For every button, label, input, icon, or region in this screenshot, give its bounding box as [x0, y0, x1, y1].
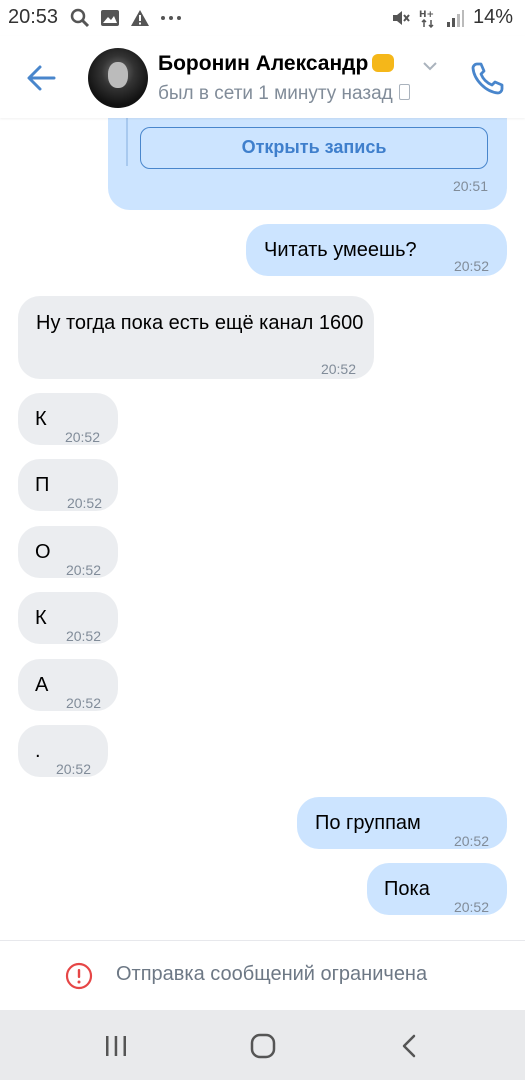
message-text: А	[35, 674, 49, 696]
message-text: По группам	[315, 812, 421, 834]
message-time: 20:52	[64, 429, 100, 445]
message-time: 20:52	[55, 761, 91, 777]
message-text: Ну тогда пока есть ещё канал 1600	[36, 312, 364, 334]
message-time: 20:52	[453, 258, 489, 274]
message-bubble-incoming[interactable]: А 20:52	[18, 659, 118, 711]
open-post-button[interactable]: Открыть запись	[140, 127, 488, 169]
warning-icon	[131, 10, 149, 26]
chat-header: Боронин Александр был в сети 1 минуту на…	[0, 36, 525, 118]
message-bubble-outgoing[interactable]: Пока 20:52	[367, 863, 507, 915]
message-time: 20:52	[65, 695, 101, 711]
more-icon	[161, 16, 181, 20]
contact-name-text: Боронин Александр	[158, 52, 369, 75]
phone-call-icon[interactable]	[468, 58, 508, 98]
home-icon[interactable]	[245, 1028, 281, 1064]
message-time: 20:52	[66, 495, 102, 511]
back-arrow-icon[interactable]	[22, 58, 62, 98]
message-text: П	[35, 474, 50, 496]
message-bubble-incoming[interactable]: Ну тогда пока есть ещё канал 1600 20:52	[18, 296, 374, 379]
fist-emoji-icon	[372, 54, 395, 72]
svg-text:H+: H+	[419, 10, 434, 20]
contact-name[interactable]: Боронин Александр	[158, 52, 395, 76]
search-icon	[70, 8, 90, 28]
message-time: 20:52	[320, 361, 356, 377]
repost-quote-line	[126, 118, 128, 166]
message-bubble-outgoing[interactable]: Читать умеешь? 20:52	[246, 224, 507, 276]
message-text: О	[35, 541, 51, 563]
battery-level: 14%	[472, 6, 513, 28]
avatar[interactable]	[88, 48, 148, 108]
message-text: К	[35, 408, 47, 430]
status-time: 20:53	[8, 6, 59, 28]
message-bubble-outgoing[interactable]: По группам 20:52	[297, 797, 507, 849]
message-time: 20:52	[65, 628, 101, 644]
notice-text: Отправка сообщений ограничена	[116, 963, 428, 985]
signal-bars-icon	[446, 9, 464, 27]
message-text: К	[35, 607, 47, 629]
message-bubble-incoming[interactable]: О 20:52	[18, 526, 118, 578]
online-status-text: был в сети 1 минуту назад	[158, 83, 393, 104]
message-bubble-outgoing[interactable]: Открыть запись 20:51	[108, 118, 507, 210]
online-status: был в сети 1 минуту назад	[158, 83, 410, 105]
message-text: .	[35, 740, 41, 762]
message-bubble-incoming[interactable]: К 20:52	[18, 393, 118, 445]
message-time: 20:52	[453, 899, 489, 915]
chevron-down-icon[interactable]	[422, 60, 438, 72]
error-icon	[65, 962, 93, 990]
message-bubble-incoming[interactable]: П 20:52	[18, 459, 118, 511]
message-time: 20:52	[65, 562, 101, 578]
mobile-device-icon	[398, 84, 410, 100]
status-bar: 20:53 H+ 14%	[0, 0, 525, 36]
system-nav-bar	[0, 1010, 525, 1080]
recent-apps-icon[interactable]	[98, 1028, 134, 1064]
back-nav-icon[interactable]	[392, 1028, 428, 1064]
message-bubble-incoming[interactable]: К 20:52	[18, 592, 118, 644]
image-icon	[101, 10, 119, 26]
message-time: 20:52	[453, 833, 489, 849]
messaging-restricted-notice: Отправка сообщений ограничена	[0, 940, 525, 1011]
mute-icon	[392, 10, 410, 25]
message-list[interactable]: Открыть запись 20:51 Читать умеешь? 20:5…	[0, 118, 525, 940]
message-text: Пока	[384, 878, 430, 900]
message-time: 20:51	[452, 178, 488, 194]
message-bubble-incoming[interactable]: . 20:52	[18, 725, 108, 777]
message-text: Читать умеешь?	[264, 239, 417, 261]
signal-h-plus-icon: H+	[419, 10, 434, 28]
